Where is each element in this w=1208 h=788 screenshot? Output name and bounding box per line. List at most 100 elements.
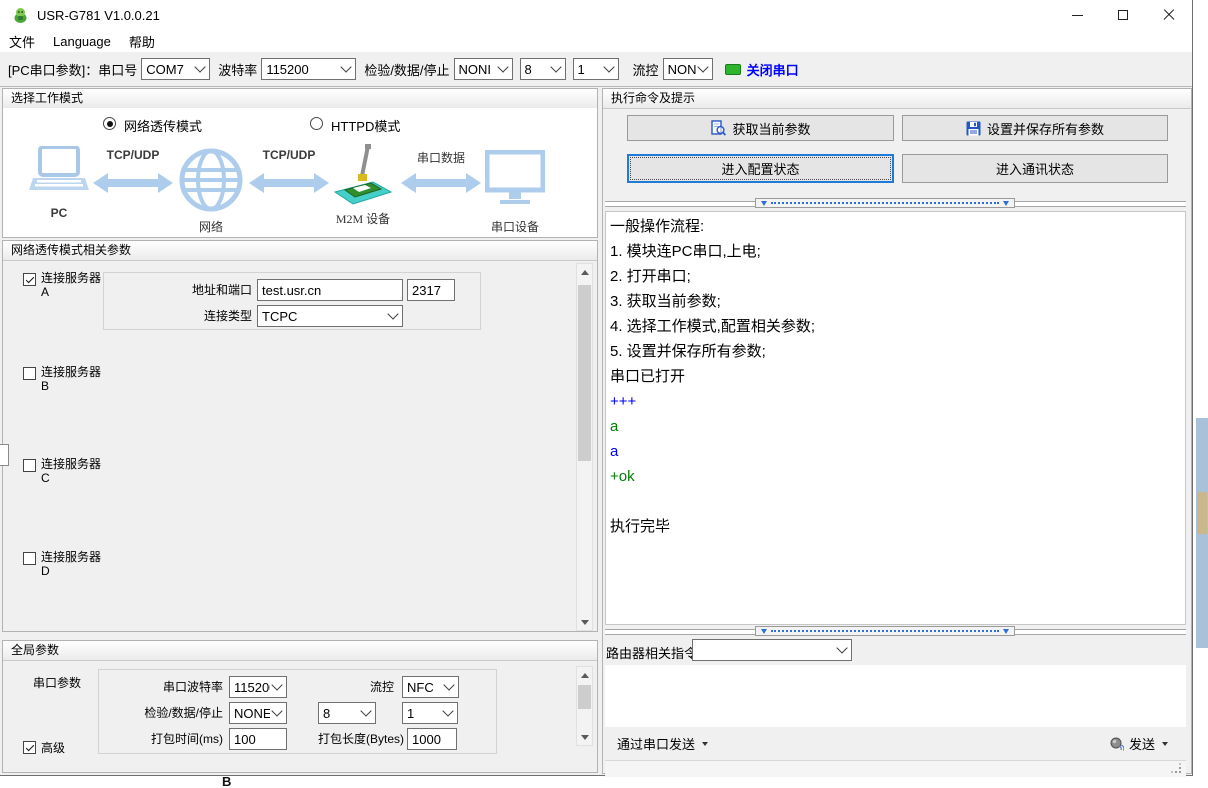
enter-config-button[interactable]: 进入配置状态 bbox=[627, 154, 894, 183]
packlen-input[interactable] bbox=[407, 728, 457, 750]
server-a-label: 连接服务器 A bbox=[41, 271, 101, 299]
serial-parity-value: NONE bbox=[234, 706, 270, 721]
double-arrow-icon bbox=[93, 171, 173, 195]
server-a-checkbox[interactable] bbox=[23, 273, 36, 286]
radio-httpd-label: HTTPD模式 bbox=[331, 116, 400, 135]
netparams-group: 网络透传模式相关参数 连接服务器 A 地址和端口 连接类型 TCPC bbox=[2, 240, 598, 632]
get-params-label: 获取当前参数 bbox=[732, 119, 810, 138]
get-params-button[interactable]: 获取当前参数 bbox=[627, 115, 894, 141]
server-label-text: 连接服务器 bbox=[41, 271, 101, 285]
log-line: +++ bbox=[610, 389, 1181, 414]
scrollbar-thumb[interactable] bbox=[578, 685, 591, 709]
window-controls bbox=[1054, 0, 1192, 30]
advanced-checkbox[interactable] bbox=[23, 741, 36, 754]
netparams-scrollbar[interactable] bbox=[576, 263, 593, 631]
log-line: +ok bbox=[610, 464, 1181, 489]
server-label-text: 连接服务器 bbox=[41, 550, 101, 564]
maximize-button[interactable] bbox=[1100, 0, 1146, 30]
globalparams-header: 全局参数 bbox=[3, 641, 597, 661]
serial-databits-value: 8 bbox=[323, 706, 359, 721]
serial-device-node-label: 串口设备 bbox=[481, 218, 549, 235]
send-input-area[interactable] bbox=[605, 665, 1186, 727]
screen: B USR-G781 V1.0.0.21 文件 Language 帮助 bbox=[0, 0, 1208, 788]
serial-baud-value: 115200 bbox=[234, 680, 270, 695]
splitter-handle[interactable] bbox=[755, 198, 1015, 208]
serial-baud-select[interactable]: 115200 bbox=[229, 676, 287, 698]
router-cmd-select[interactable] bbox=[692, 639, 852, 661]
network-node-label: 网络 bbox=[179, 218, 243, 235]
menu-help[interactable]: 帮助 bbox=[120, 32, 164, 51]
send-via-serial-dropdown[interactable]: 通过串口发送 bbox=[617, 734, 695, 753]
scrollbar-thumb[interactable] bbox=[578, 285, 591, 461]
menu-language[interactable]: Language bbox=[44, 34, 120, 49]
scroll-down-icon[interactable] bbox=[577, 614, 592, 630]
splitter-arrow-icon bbox=[761, 201, 767, 206]
splitter-handle[interactable] bbox=[755, 626, 1015, 636]
serial-flow-select[interactable]: NFC bbox=[402, 676, 459, 698]
radio-httpd-mode[interactable] bbox=[310, 117, 323, 130]
com-port-select[interactable]: COM7 bbox=[141, 58, 210, 80]
databits-select[interactable]: 8 bbox=[520, 58, 566, 80]
menubar: 文件 Language 帮助 bbox=[0, 30, 1192, 52]
minimize-icon bbox=[1072, 15, 1083, 16]
serial-stopbits-select[interactable]: 1 bbox=[402, 702, 458, 724]
serial-data-label: 串口数据 bbox=[396, 149, 486, 166]
server-c-label: 连接服务器 C bbox=[41, 457, 101, 485]
network-globe-icon bbox=[179, 148, 243, 212]
server-b-checkbox[interactable] bbox=[23, 367, 36, 380]
server-a-address-input[interactable] bbox=[257, 279, 403, 301]
save-params-button[interactable]: 设置并保存所有参数 bbox=[902, 115, 1168, 141]
flow-select[interactable]: NONE bbox=[663, 58, 713, 80]
resize-grip-icon[interactable] bbox=[1179, 771, 1181, 773]
globalparams-group: 全局参数 串口参数 串口波特率 115200 流控 NFC bbox=[2, 640, 598, 773]
workmode-header: 选择工作模式 bbox=[3, 89, 597, 109]
tcp-udp-label-1: TCP/UDP bbox=[88, 148, 178, 162]
server-a-port-input[interactable] bbox=[407, 279, 455, 301]
serial-toolbar: [PC串口参数]：串口号 COM7 波特率 115200 检验/数据/停止 NO… bbox=[0, 52, 1192, 87]
server-b-label: 连接服务器 B bbox=[41, 365, 101, 393]
minimize-button[interactable] bbox=[1054, 0, 1100, 30]
globalparams-scrollbar[interactable] bbox=[576, 666, 593, 746]
netparams-header: 网络透传模式相关参数 bbox=[3, 241, 597, 261]
menu-file[interactable]: 文件 bbox=[0, 32, 44, 51]
server-c-checkbox[interactable] bbox=[23, 459, 36, 472]
stopbits-value: 1 bbox=[578, 62, 602, 77]
serial-parity-select[interactable]: NONE bbox=[229, 702, 287, 724]
close-port-link[interactable]: 关闭串口 bbox=[747, 60, 799, 79]
scroll-up-icon[interactable] bbox=[577, 264, 592, 280]
workmode-group: 选择工作模式 网络透传模式 HTTPD模式 PC TCP/UDP bbox=[2, 88, 598, 238]
serial-flow-value: NFC bbox=[407, 680, 442, 695]
stopbits-select[interactable]: 1 bbox=[573, 58, 619, 80]
titlebar: USR-G781 V1.0.0.21 bbox=[0, 0, 1192, 30]
dropdown-arrow-icon[interactable] bbox=[702, 742, 708, 746]
send-button[interactable]: 发送 bbox=[1129, 734, 1155, 753]
app-icon bbox=[12, 7, 29, 24]
packtime-input[interactable] bbox=[229, 728, 287, 750]
conn-type-label: 连接类型 bbox=[104, 305, 252, 327]
log-line: 1. 模块连PC串口,上电; bbox=[610, 239, 1181, 264]
scroll-up-icon[interactable] bbox=[577, 667, 592, 683]
addr-port-label: 地址和端口 bbox=[104, 279, 252, 301]
scroll-down-icon[interactable] bbox=[577, 729, 592, 745]
log-line: 3. 获取当前参数; bbox=[610, 289, 1181, 314]
pc-serial-port-label: [PC串口参数]：串口号 bbox=[8, 60, 137, 79]
dropdown-arrow-icon[interactable] bbox=[1162, 742, 1168, 746]
save-params-label: 设置并保存所有参数 bbox=[987, 119, 1104, 138]
window-title: USR-G781 V1.0.0.21 bbox=[37, 8, 160, 23]
chevron-down-icon bbox=[195, 61, 206, 72]
server-d-checkbox[interactable] bbox=[23, 552, 36, 565]
background-partial-text: B bbox=[222, 774, 231, 788]
log-area[interactable]: 一般操作流程:1. 模块连PC串口,上电;2. 打开串口;3. 获取当前参数;4… bbox=[605, 211, 1186, 625]
close-button[interactable] bbox=[1146, 0, 1192, 30]
baud-select[interactable]: 115200 bbox=[261, 58, 356, 80]
router-cmd-label: 路由器相关指令 bbox=[606, 643, 697, 662]
conn-type-select[interactable]: TCPC bbox=[257, 305, 403, 327]
app-window: USR-G781 V1.0.0.21 文件 Language 帮助 [PC串口参… bbox=[0, 0, 1193, 776]
serial-databits-select[interactable]: 8 bbox=[318, 702, 376, 724]
close-icon bbox=[1163, 9, 1175, 21]
radio-transparent-mode[interactable] bbox=[103, 117, 116, 130]
com-port-value: COM7 bbox=[146, 62, 193, 77]
enter-comm-button[interactable]: 进入通讯状态 bbox=[902, 154, 1168, 183]
send-bar: 通过串口发送 发送 bbox=[605, 728, 1186, 759]
parity-select[interactable]: NONI bbox=[454, 58, 513, 80]
